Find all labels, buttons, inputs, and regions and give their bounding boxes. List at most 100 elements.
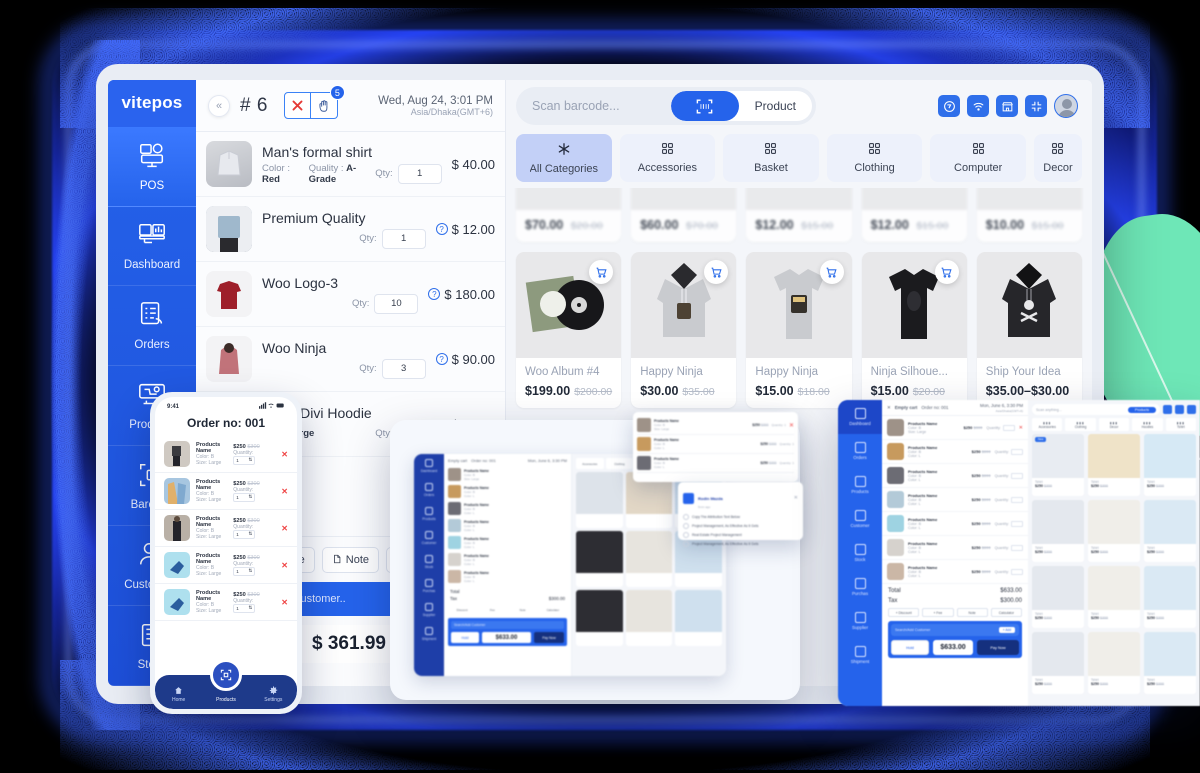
remove-item-button[interactable]: ✕ (281, 450, 288, 459)
qty-stepper[interactable]: 1 ⇅ (233, 492, 256, 502)
tablet-product-card[interactable] (625, 531, 673, 587)
add-to-cart-button[interactable] (704, 260, 729, 284)
desktop-product-card[interactable]: Tshirt $250 $300 (1144, 566, 1196, 628)
user-avatar[interactable] (1054, 94, 1078, 118)
cart-item-row[interactable]: Premium Quality Qty: 1 ? $ 12.00 (196, 197, 505, 262)
store-button[interactable] (996, 95, 1018, 117)
phone-list-item[interactable]: Products Name Color: B Size: Large $250 … (155, 547, 297, 584)
tablet-product-card[interactable] (625, 590, 673, 646)
tablet-cart-row[interactable]: Products Name Color: B Color: L (448, 500, 567, 517)
qty-stepper[interactable]: 1 ⇅ (233, 529, 256, 539)
popup-row[interactable]: Products Name Color: B Color: L $250 $300 Qu… (637, 435, 794, 454)
qty-input[interactable] (1002, 424, 1015, 431)
category-tab-basket[interactable]: Basket (723, 134, 819, 182)
desktop-nav-products[interactable]: Products (838, 468, 882, 502)
cart-item-row[interactable]: Woo Ninja Qty: 3 ? $ 90.00 (196, 327, 505, 392)
tablet-product-card[interactable] (576, 590, 623, 646)
desktop-product-card[interactable]: Tshirt $250 $300 (1032, 500, 1084, 562)
desktop-cart-row[interactable]: Products Name Color: B Color: L $250 $300 … (882, 560, 1028, 584)
barcode-scan-icon[interactable] (670, 91, 739, 121)
remove-item-button[interactable]: ✕ (281, 598, 288, 607)
product-card[interactable]: Happy Ninja $30.00 $35.00 (631, 252, 737, 408)
tablet-nav-products[interactable]: Products (414, 502, 444, 526)
tablet-customer-input[interactable]: Search/Add Customer (451, 621, 564, 629)
add-to-cart-button[interactable] (934, 260, 959, 284)
tablet-calculator-button[interactable]: Calculator (538, 604, 567, 615)
phone-list-item[interactable]: Products Name Color: B Size: Large $250 … (155, 473, 297, 510)
sidebar-item-orders[interactable]: Orders (108, 286, 196, 367)
qty-stepper[interactable]: 1 ⇅ (233, 455, 256, 465)
notification-item[interactable]: Project Management, As Effective As It G… (683, 521, 798, 530)
notification-item[interactable]: Project Management, As Effective As It G… (683, 539, 798, 548)
desktop-nav-stock[interactable]: Stock (838, 536, 882, 570)
category-tab-accessories[interactable]: Accessories (619, 134, 716, 182)
desktop-product-card[interactable]: Tshirt $250 $300 (1088, 632, 1140, 694)
phone-list-item[interactable]: Products Name Color: B Size: Large $250 … (155, 510, 297, 547)
cart-item-row[interactable]: Man's formal shirt Color : Red Quality :… (196, 132, 505, 197)
qty-input[interactable] (1011, 544, 1023, 551)
note-button[interactable]: Note (321, 547, 380, 573)
remove-item-button[interactable]: ✕ (281, 487, 288, 496)
desktop-hold-button[interactable]: Hold (891, 640, 929, 655)
phone-scan-button[interactable] (210, 659, 242, 691)
product-card[interactable]: $10.00 $15.00 (976, 188, 1082, 242)
tablet-fee-button[interactable]: Fee (478, 604, 507, 615)
desktop-calculator-button[interactable]: Calculator (990, 608, 1022, 617)
tablet-note-button[interactable]: Note (508, 604, 537, 615)
desktop-scan-input[interactable]: Scan anything... Products (1032, 404, 1160, 415)
scan-input[interactable]: Scan barcode... (520, 99, 671, 113)
tablet-pay-button[interactable]: Pay Now (534, 632, 564, 643)
tablet-cart-row[interactable]: Products Name Color: B Size: Large (448, 466, 567, 483)
info-icon[interactable]: ? (435, 353, 448, 365)
desktop-product-card[interactable]: Tshirt $250 $300 (1144, 500, 1196, 562)
scan-mode-toggle[interactable]: Product (670, 91, 812, 121)
qty-input[interactable]: 1 (381, 228, 426, 249)
wifi-button[interactable] (967, 95, 989, 117)
desktop-discount-button[interactable]: + Discount (888, 608, 920, 617)
sync-button[interactable] (938, 95, 960, 117)
desktop-cat-hoodies[interactable]: ▮▮▮ Hoodies (1132, 418, 1163, 431)
notification-item[interactable]: Real Estate Project Management (683, 530, 798, 539)
clear-cart-button[interactable] (283, 92, 311, 119)
remove-item-button[interactable]: ✕ (1019, 425, 1023, 431)
desktop-customer-bar[interactable]: Search/Add Customer + Add (891, 624, 1019, 636)
tablet-cart-row[interactable]: Products Name Color: B Color: L (448, 568, 567, 585)
qty-input[interactable] (1011, 448, 1023, 455)
tablet-nav-shipment[interactable]: Shipment (414, 622, 444, 646)
tablet-cart-row[interactable]: Products Name Color: B Color: L (448, 517, 567, 534)
qty-input[interactable] (1011, 472, 1023, 479)
qty-input[interactable] (1011, 520, 1023, 527)
desktop-nav-customer[interactable]: Customer (838, 502, 882, 536)
tablet-cart-row[interactable]: Products Name Color: B Color: L (448, 534, 567, 551)
phone-nav-settings[interactable]: Settings (250, 686, 297, 709)
phone-nav-home[interactable]: Home (155, 686, 202, 709)
tablet-product-card[interactable] (576, 472, 623, 528)
remove-item-button[interactable]: ✕ (281, 524, 288, 533)
tablet-nav-purchase[interactable]: Purchas (414, 574, 444, 598)
qty-stepper[interactable]: 1 ⇅ (233, 566, 256, 576)
desktop-product-card[interactable]: Tshirt $250 $300 (1032, 566, 1084, 628)
desktop-products-pill[interactable]: Products (1127, 406, 1156, 413)
add-customer-button[interactable]: + Add (998, 627, 1015, 633)
tablet-nav-dashboard[interactable]: Dashboard (414, 454, 444, 478)
desktop-fee-button[interactable]: + Fee (922, 608, 954, 617)
desktop-cat-clothing[interactable]: ▮▮▮ Clothing (1065, 418, 1096, 431)
category-tab-all[interactable]: All Categories (516, 134, 612, 182)
notification-item[interactable]: Copy The Attribution Text Below (683, 512, 798, 521)
tablet-cat-accessories[interactable]: Accessories (576, 458, 604, 469)
info-icon[interactable]: ? (428, 288, 441, 300)
desktop-cart-row[interactable]: Products Name Color: B Color: L $250 $300 … (882, 440, 1028, 464)
desktop-cart-row[interactable]: Products Name Color: B Color: L $250 $300 … (882, 512, 1028, 536)
desktop-nav-shipment[interactable]: Shipment (838, 638, 882, 672)
tablet-nav-stock[interactable]: Stock (414, 550, 444, 574)
close-icon[interactable]: ✕ (794, 495, 798, 501)
desktop-product-card[interactable]: Tshirt $250 $300 (1088, 500, 1140, 562)
category-tab-clothing[interactable]: Clothing (826, 134, 923, 182)
product-mode-label[interactable]: Product (739, 99, 812, 113)
product-card[interactable]: Ninja Silhoue... $15.00 $20.00 (861, 252, 967, 408)
phone-list-item[interactable]: Products Name Color: B Size: Large $250 … (155, 436, 297, 473)
desktop-product-card[interactable]: Tshirt $250 $300 (1144, 632, 1196, 694)
product-card[interactable]: Happy Ninja $15.00 $18.00 (746, 252, 852, 408)
phone-list-item[interactable]: Products Name Color: B Size: Large $250 … (155, 584, 297, 621)
product-card[interactable]: $12.00 $15.00 (746, 188, 852, 242)
